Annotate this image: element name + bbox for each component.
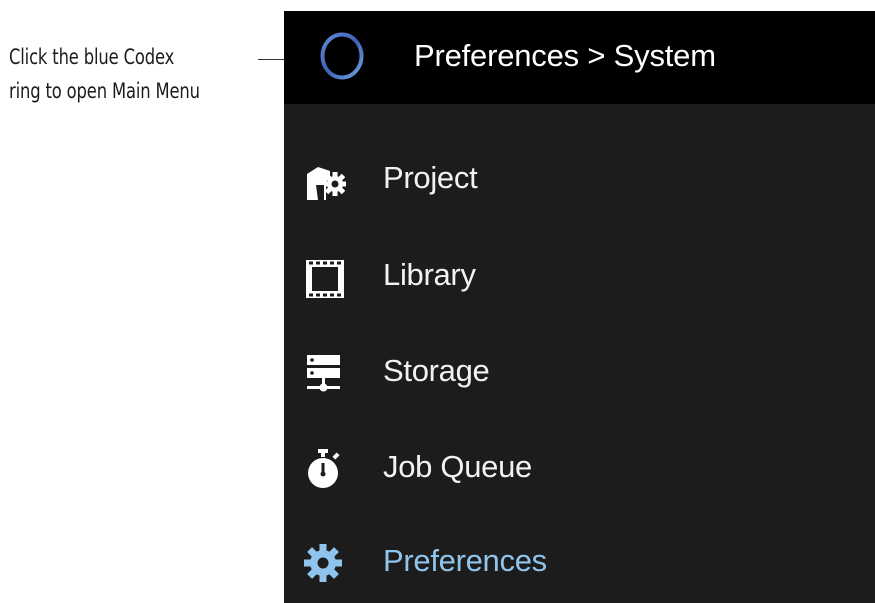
nav-label-storage: Storage — [383, 353, 490, 388]
nav-label-preferences: Preferences — [383, 543, 547, 578]
nav-label-job-queue: Job Queue — [383, 449, 532, 484]
stopwatch-icon — [304, 448, 346, 490]
menu-panel: Preferences > System Project Library Sto… — [284, 11, 875, 603]
film-strip-icon — [304, 258, 346, 300]
callout-line-1: Click the blue Codex — [9, 45, 175, 69]
page-title: Preferences > System — [414, 38, 716, 73]
codex-ring-icon[interactable] — [319, 31, 365, 81]
project-gear-icon — [304, 160, 347, 202]
nav-label-library: Library — [383, 257, 476, 292]
gear-icon — [304, 543, 346, 585]
callout-line-2: ring to open Main Menu — [9, 79, 200, 103]
nav-item-project[interactable]: Project — [284, 139, 875, 219]
nav-item-job-queue[interactable]: Job Queue — [284, 428, 875, 508]
nav-item-preferences[interactable]: Preferences — [284, 523, 875, 603]
nav-label-project: Project — [383, 160, 478, 195]
header-bar: Preferences > System — [284, 11, 875, 104]
server-storage-icon — [304, 353, 346, 395]
nav-item-storage[interactable]: Storage — [284, 332, 875, 412]
nav-item-library[interactable]: Library — [284, 236, 875, 316]
callout-annotation: Click the blue Codex ring to open Main M… — [9, 40, 204, 108]
